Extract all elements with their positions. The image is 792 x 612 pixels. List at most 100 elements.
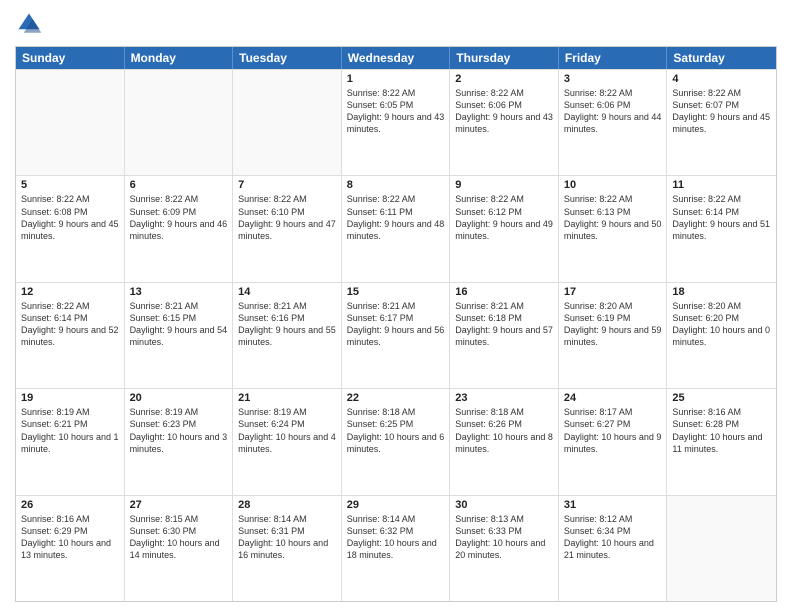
table-row: [233, 70, 342, 175]
day-number: 17: [564, 286, 662, 298]
day-number: 21: [238, 392, 336, 404]
cell-daylight-info: Sunrise: 8:21 AM Sunset: 6:17 PM Dayligh…: [347, 300, 445, 349]
cell-daylight-info: Sunrise: 8:22 AM Sunset: 6:10 PM Dayligh…: [238, 193, 336, 242]
calendar-header-row: SundayMondayTuesdayWednesdayThursdayFrid…: [16, 47, 776, 69]
day-number: 3: [564, 73, 662, 85]
table-row: 29 Sunrise: 8:14 AM Sunset: 6:32 PM Dayli…: [342, 496, 451, 601]
table-row: [16, 70, 125, 175]
table-row: 26 Sunrise: 8:16 AM Sunset: 6:29 PM Dayli…: [16, 496, 125, 601]
table-row: 1Sunrise: 8:22 AM Sunset: 6:05 PM Daylig…: [342, 70, 451, 175]
table-row: 9Sunrise: 8:22 AM Sunset: 6:12 PM Daylig…: [450, 176, 559, 281]
cell-daylight-info: Sunrise: 8:13 AM Sunset: 6:33 PM Dayligh…: [455, 513, 553, 562]
day-number: 31: [564, 499, 662, 511]
page: SundayMondayTuesdayWednesdayThursdayFrid…: [0, 0, 792, 612]
day-number: 15: [347, 286, 445, 298]
calendar-row-4: 26 Sunrise: 8:16 AM Sunset: 6:29 PM Dayli…: [16, 495, 776, 601]
cell-daylight-info: Sunrise: 8:20 AM Sunset: 6:19 PM Dayligh…: [564, 300, 662, 349]
day-number: 22: [347, 392, 445, 404]
cell-daylight-info: Sunrise: 8:22 AM Sunset: 6:14 PM Dayligh…: [672, 193, 771, 242]
cell-daylight-info: Sunrise: 8:22 AM Sunset: 6:09 PM Dayligh…: [130, 193, 228, 242]
day-number: 13: [130, 286, 228, 298]
table-row: 30 Sunrise: 8:13 AM Sunset: 6:33 PM Dayli…: [450, 496, 559, 601]
cell-daylight-info: Sunrise: 8:22 AM Sunset: 6:12 PM Dayligh…: [455, 193, 553, 242]
day-number: 23: [455, 392, 553, 404]
day-number: 28: [238, 499, 336, 511]
table-row: 24 Sunrise: 8:17 AM Sunset: 6:27 PM Dayli…: [559, 389, 668, 494]
table-row: 12 Sunrise: 8:22 AM Sunset: 6:14 PM Dayli…: [16, 283, 125, 388]
cell-daylight-info: Sunrise: 8:17 AM Sunset: 6:27 PM Dayligh…: [564, 406, 662, 455]
cell-daylight-info: Sunrise: 8:14 AM Sunset: 6:32 PM Dayligh…: [347, 513, 445, 562]
day-number: 24: [564, 392, 662, 404]
col-header-saturday: Saturday: [667, 47, 776, 69]
day-number: 27: [130, 499, 228, 511]
cell-daylight-info: Sunrise: 8:12 AM Sunset: 6:34 PM Dayligh…: [564, 513, 662, 562]
table-row: 19 Sunrise: 8:19 AM Sunset: 6:21 PM Dayli…: [16, 389, 125, 494]
table-row: 13Sunrise: 8:21 AM Sunset: 6:15 PM Dayli…: [125, 283, 234, 388]
calendar-row-3: 19 Sunrise: 8:19 AM Sunset: 6:21 PM Dayli…: [16, 388, 776, 494]
day-number: 8: [347, 179, 445, 191]
cell-daylight-info: Sunrise: 8:16 AM Sunset: 6:29 PM Dayligh…: [21, 513, 119, 562]
table-row: 23 Sunrise: 8:18 AM Sunset: 6:26 PM Dayli…: [450, 389, 559, 494]
cell-daylight-info: Sunrise: 8:22 AM Sunset: 6:13 PM Dayligh…: [564, 193, 662, 242]
col-header-sunday: Sunday: [16, 47, 125, 69]
cell-daylight-info: Sunrise: 8:19 AM Sunset: 6:21 PM Dayligh…: [21, 406, 119, 455]
day-number: 7: [238, 179, 336, 191]
day-number: 19: [21, 392, 119, 404]
table-row: 16Sunrise: 8:21 AM Sunset: 6:18 PM Dayli…: [450, 283, 559, 388]
cell-daylight-info: Sunrise: 8:21 AM Sunset: 6:18 PM Dayligh…: [455, 300, 553, 349]
table-row: 5Sunrise: 8:22 AM Sunset: 6:08 PM Daylig…: [16, 176, 125, 281]
cell-daylight-info: Sunrise: 8:22 AM Sunset: 6:06 PM Dayligh…: [455, 87, 553, 136]
cell-daylight-info: Sunrise: 8:16 AM Sunset: 6:28 PM Dayligh…: [672, 406, 771, 455]
table-row: 10Sunrise: 8:22 AM Sunset: 6:13 PM Dayli…: [559, 176, 668, 281]
day-number: 1: [347, 73, 445, 85]
cell-daylight-info: Sunrise: 8:22 AM Sunset: 6:06 PM Dayligh…: [564, 87, 662, 136]
cell-daylight-info: Sunrise: 8:21 AM Sunset: 6:16 PM Dayligh…: [238, 300, 336, 349]
table-row: 22 Sunrise: 8:18 AM Sunset: 6:25 PM Dayli…: [342, 389, 451, 494]
calendar-row-1: 5Sunrise: 8:22 AM Sunset: 6:08 PM Daylig…: [16, 175, 776, 281]
day-number: 20: [130, 392, 228, 404]
table-row: 17 Sunrise: 8:20 AM Sunset: 6:19 PM Dayli…: [559, 283, 668, 388]
day-number: 25: [672, 392, 771, 404]
calendar-row-2: 12 Sunrise: 8:22 AM Sunset: 6:14 PM Dayli…: [16, 282, 776, 388]
day-number: 26: [21, 499, 119, 511]
day-number: 18: [672, 286, 771, 298]
col-header-monday: Monday: [125, 47, 234, 69]
table-row: 20 Sunrise: 8:19 AM Sunset: 6:23 PM Dayli…: [125, 389, 234, 494]
cell-daylight-info: Sunrise: 8:20 AM Sunset: 6:20 PM Dayligh…: [672, 300, 771, 349]
table-row: 25 Sunrise: 8:16 AM Sunset: 6:28 PM Dayli…: [667, 389, 776, 494]
table-row: 8 Sunrise: 8:22 AM Sunset: 6:11 PM Daylig…: [342, 176, 451, 281]
day-number: 12: [21, 286, 119, 298]
cell-daylight-info: Sunrise: 8:19 AM Sunset: 6:24 PM Dayligh…: [238, 406, 336, 455]
table-row: 11 Sunrise: 8:22 AM Sunset: 6:14 PM Dayli…: [667, 176, 776, 281]
table-row: 7 Sunrise: 8:22 AM Sunset: 6:10 PM Daylig…: [233, 176, 342, 281]
table-row: 3 Sunrise: 8:22 AM Sunset: 6:06 PM Daylig…: [559, 70, 668, 175]
cell-daylight-info: Sunrise: 8:22 AM Sunset: 6:08 PM Dayligh…: [21, 193, 119, 242]
table-row: 6 Sunrise: 8:22 AM Sunset: 6:09 PM Daylig…: [125, 176, 234, 281]
day-number: 29: [347, 499, 445, 511]
logo: [15, 10, 47, 38]
col-header-thursday: Thursday: [450, 47, 559, 69]
cell-daylight-info: Sunrise: 8:22 AM Sunset: 6:14 PM Dayligh…: [21, 300, 119, 349]
day-number: 14: [238, 286, 336, 298]
cell-daylight-info: Sunrise: 8:18 AM Sunset: 6:25 PM Dayligh…: [347, 406, 445, 455]
col-header-tuesday: Tuesday: [233, 47, 342, 69]
calendar-row-0: 1Sunrise: 8:22 AM Sunset: 6:05 PM Daylig…: [16, 69, 776, 175]
table-row: 27Sunrise: 8:15 AM Sunset: 6:30 PM Dayli…: [125, 496, 234, 601]
table-row: 15 Sunrise: 8:21 AM Sunset: 6:17 PM Dayli…: [342, 283, 451, 388]
cell-daylight-info: Sunrise: 8:14 AM Sunset: 6:31 PM Dayligh…: [238, 513, 336, 562]
table-row: 28 Sunrise: 8:14 AM Sunset: 6:31 PM Dayli…: [233, 496, 342, 601]
cell-daylight-info: Sunrise: 8:22 AM Sunset: 6:11 PM Dayligh…: [347, 193, 445, 242]
day-number: 30: [455, 499, 553, 511]
table-row: 31 Sunrise: 8:12 AM Sunset: 6:34 PM Dayli…: [559, 496, 668, 601]
table-row: 4Sunrise: 8:22 AM Sunset: 6:07 PM Daylig…: [667, 70, 776, 175]
table-row: 21 Sunrise: 8:19 AM Sunset: 6:24 PM Dayli…: [233, 389, 342, 494]
day-number: 6: [130, 179, 228, 191]
cell-daylight-info: Sunrise: 8:19 AM Sunset: 6:23 PM Dayligh…: [130, 406, 228, 455]
table-row: 18 Sunrise: 8:20 AM Sunset: 6:20 PM Dayli…: [667, 283, 776, 388]
calendar: SundayMondayTuesdayWednesdayThursdayFrid…: [15, 46, 777, 602]
day-number: 11: [672, 179, 771, 191]
logo-icon: [15, 10, 43, 38]
calendar-body: 1Sunrise: 8:22 AM Sunset: 6:05 PM Daylig…: [16, 69, 776, 601]
cell-daylight-info: Sunrise: 8:18 AM Sunset: 6:26 PM Dayligh…: [455, 406, 553, 455]
header: [15, 10, 777, 38]
